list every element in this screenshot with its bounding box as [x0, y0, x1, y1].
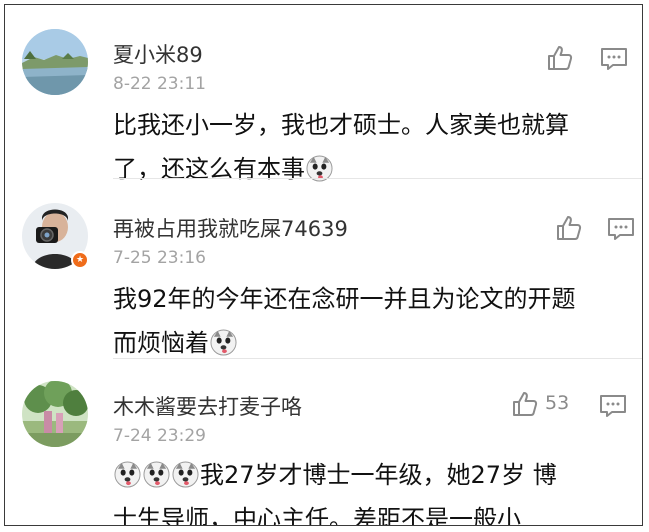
- comment-text-line-with-emoji: 我27岁才博士一年级，她27岁 博: [113, 453, 633, 497]
- avatar[interactable]: [22, 29, 88, 95]
- username[interactable]: 再被占用我就吃屎74639: [113, 213, 348, 243]
- comment-bubble-icon[interactable]: [599, 394, 627, 418]
- avatar[interactable]: [22, 381, 88, 447]
- doge-emoji-icon: [172, 461, 199, 488]
- doge-emoji-icon: [114, 461, 141, 488]
- comment-item: 木木酱要去打麦子咯 7-24 23:29 我27岁才博士一年级，她27岁 博 士…: [5, 359, 642, 526]
- comment-bubble-icon[interactable]: [607, 217, 635, 241]
- timestamp: 7-25 23:16: [113, 248, 206, 268]
- comment-text-line: 比我还小一岁，我也才硕士。人家美也就算: [113, 111, 569, 139]
- thumbs-up-icon[interactable]: [555, 214, 583, 242]
- doge-emoji-icon: [143, 461, 170, 488]
- thumbs-up-icon[interactable]: [511, 390, 539, 418]
- timestamp: 7-24 23:29: [113, 426, 206, 446]
- timestamp: 8-22 23:11: [113, 74, 206, 94]
- comment-item: 夏小米89 8-22 23:11 比我还小一岁，我也才硕士。人家美也就算 了，还…: [5, 5, 642, 183]
- comment-text-line: 而烦恼着: [113, 329, 209, 357]
- comment-text: 我92年的今年还在念研一并且为论文的开题 而烦恼着: [113, 277, 633, 365]
- comment-text: 我27岁才博士一年级，她27岁 博 士生导师，中心主任。差距不是一般小: [113, 453, 633, 526]
- thumbs-up-icon[interactable]: [546, 44, 574, 72]
- username[interactable]: 夏小米89: [113, 39, 203, 69]
- comment-text-line: 我92年的今年还在念研一并且为论文的开题: [113, 285, 576, 313]
- username[interactable]: 木木酱要去打麦子咯: [113, 391, 302, 421]
- doge-emoji-icon: [210, 329, 237, 356]
- like-count: 53: [545, 392, 570, 414]
- comment-list: 夏小米89 8-22 23:11 比我还小一岁，我也才硕士。人家美也就算 了，还…: [4, 4, 643, 526]
- verified-badge-icon: ★: [71, 251, 89, 269]
- comment-text-line: 我27岁才博士一年级，她27岁 博: [200, 461, 557, 489]
- comment-text-line: 士生导师，中心主任。差距不是一般小: [113, 505, 521, 526]
- comment-item: ★ 再被占用我就吃屎74639 7-25 23:16 我92年的今年还在念研一并…: [5, 179, 642, 359]
- comment-bubble-icon[interactable]: [600, 47, 628, 71]
